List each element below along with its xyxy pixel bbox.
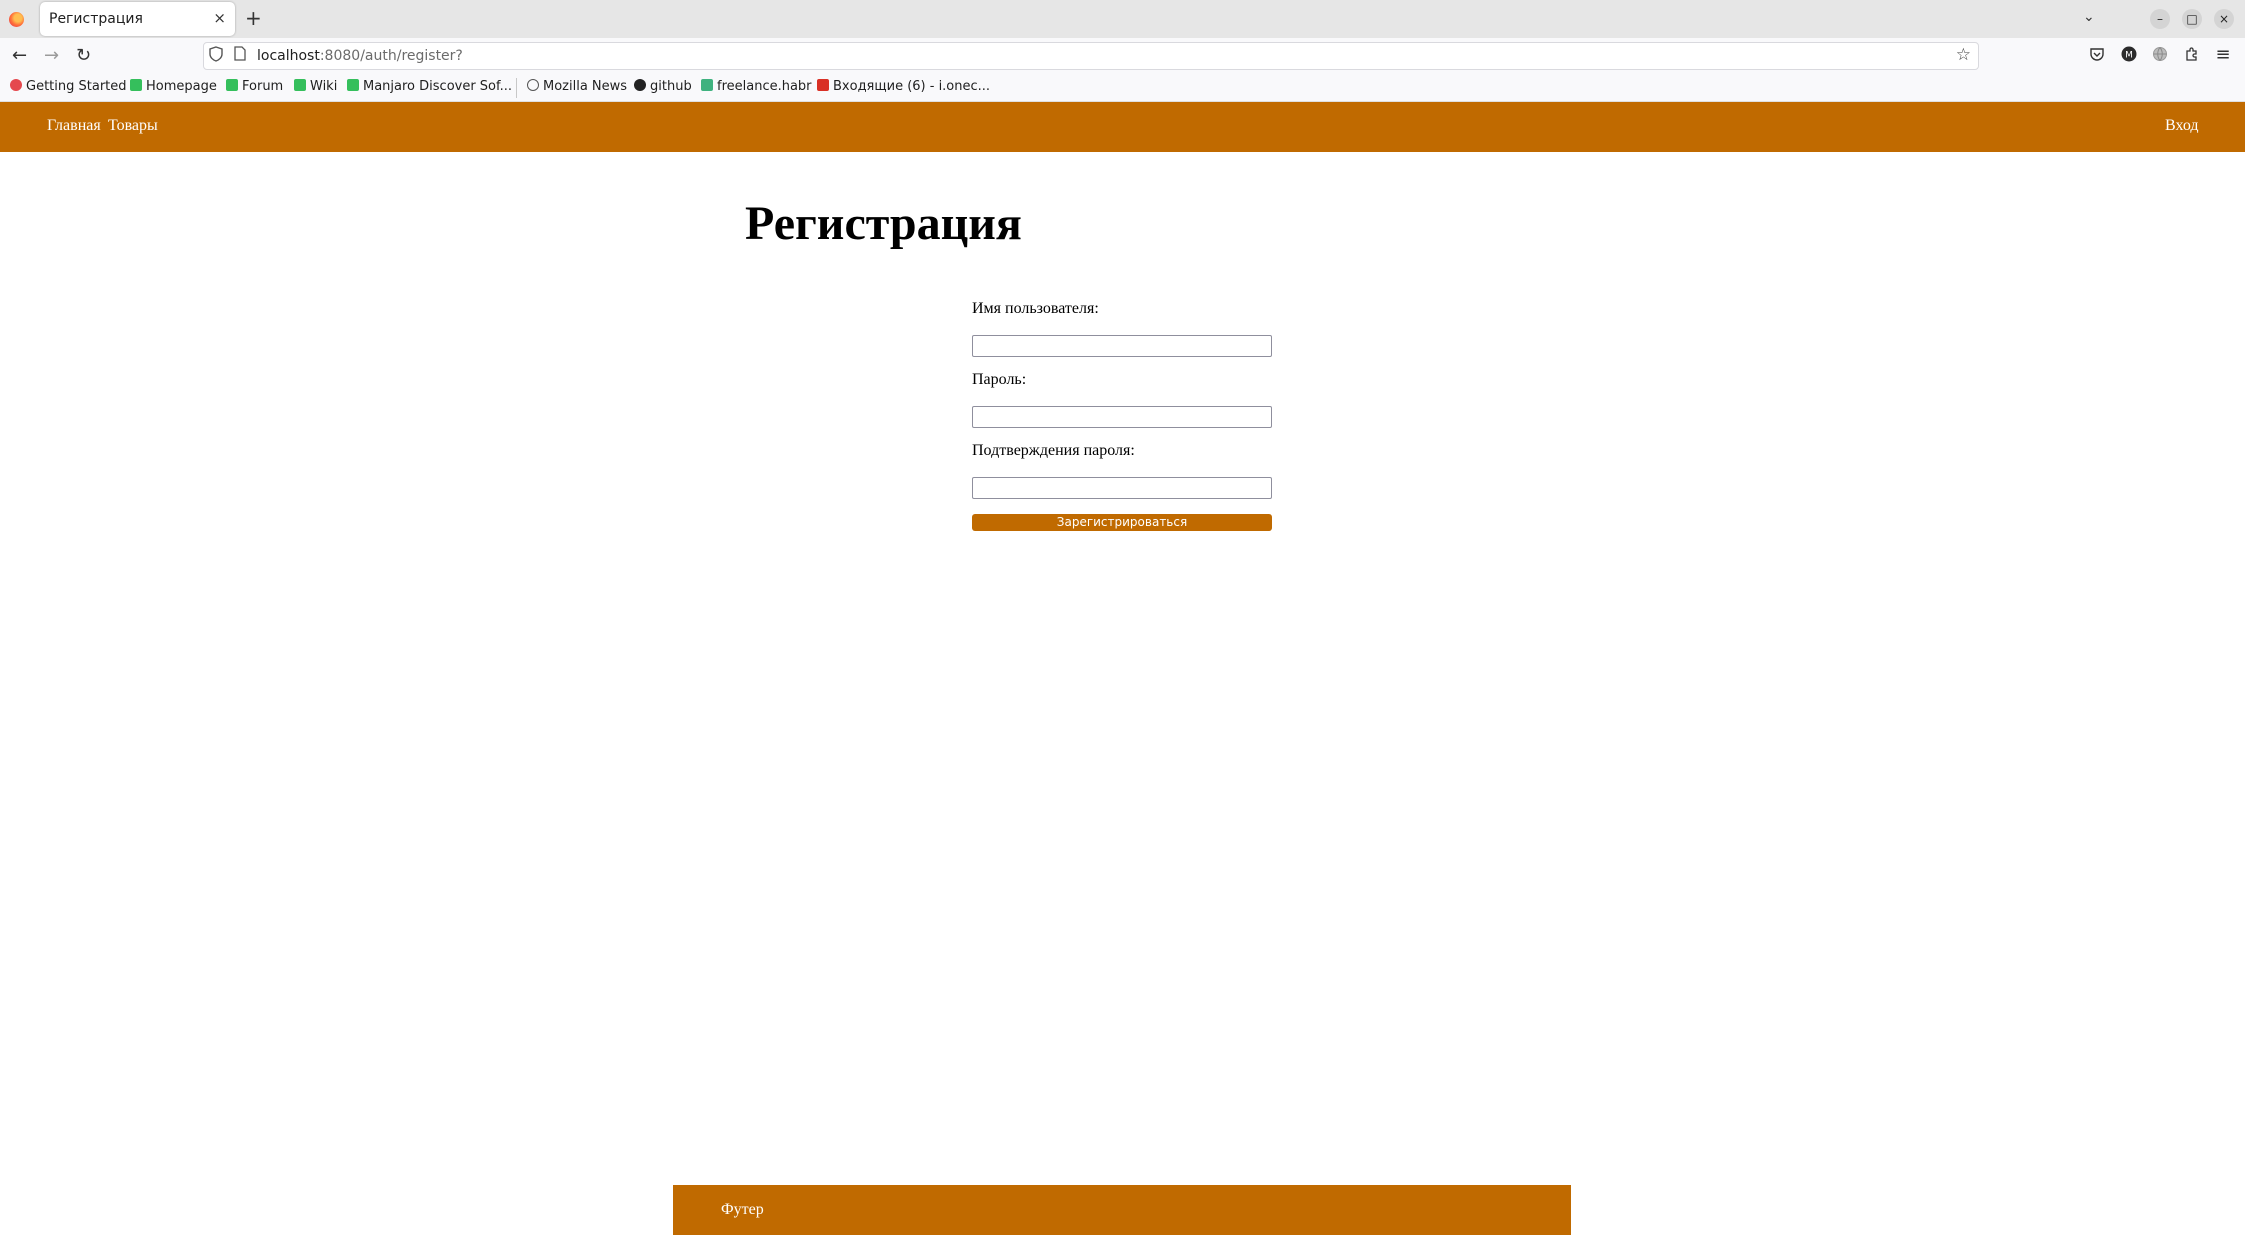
bookmark-manjaro-discover[interactable]: Manjaro Discover Sof... bbox=[347, 79, 512, 94]
url-text[interactable]: localhost:8080/auth/register? bbox=[257, 48, 463, 64]
browser-tab-bar: Регистрация × + ⌄ – □ × bbox=[0, 0, 2245, 38]
bookmark-label: Homepage bbox=[146, 79, 217, 94]
reload-icon[interactable]: ↻ bbox=[76, 44, 91, 68]
site-footer: Футер bbox=[673, 1185, 1571, 1235]
manjaro-bookmark-icon bbox=[226, 79, 238, 91]
extensions-puzzle-icon[interactable] bbox=[2183, 46, 2201, 64]
bookmark-label: Входящие (6) - i.onec... bbox=[833, 79, 991, 94]
firefox-logo-icon bbox=[9, 12, 24, 27]
password-input[interactable] bbox=[972, 406, 1272, 428]
firefox-bookmark-icon bbox=[10, 79, 22, 91]
forward-arrow-icon[interactable]: → bbox=[44, 44, 59, 68]
bookmark-label: Mozilla News bbox=[543, 79, 628, 94]
bookmark-getting-started[interactable]: Getting Started bbox=[10, 79, 127, 94]
bookmark-label: Forum bbox=[242, 79, 284, 94]
tracking-shield-icon[interactable] bbox=[209, 46, 223, 66]
tab-close-icon[interactable]: × bbox=[213, 9, 226, 27]
bookmark-label: Manjaro Discover Sof... bbox=[363, 79, 513, 94]
footer-text: Футер bbox=[721, 1201, 764, 1218]
bookmarks-bar: Getting Started Homepage Forum Wiki Manj… bbox=[0, 74, 2245, 102]
page-title: Регистрация bbox=[745, 197, 1022, 250]
bookmark-github[interactable]: github bbox=[634, 79, 692, 94]
nav-link-home[interactable]: Главная bbox=[47, 117, 101, 135]
globe-icon bbox=[527, 79, 539, 91]
bookmark-label: github bbox=[650, 79, 692, 94]
bookmark-label: Wiki bbox=[310, 79, 338, 94]
bookmarks-separator bbox=[516, 78, 517, 98]
bookmark-freelance-habr[interactable]: freelance.habr bbox=[701, 79, 812, 94]
nav-link-products[interactable]: Товары bbox=[108, 117, 158, 135]
gmail-icon bbox=[817, 79, 829, 91]
back-arrow-icon[interactable]: ← bbox=[12, 44, 27, 68]
habr-icon bbox=[701, 79, 713, 91]
hamburger-menu-icon[interactable]: ≡ bbox=[2214, 46, 2232, 64]
site-header: Главная Товары Вход bbox=[0, 102, 2245, 152]
username-label: Имя пользователя: bbox=[972, 300, 1099, 317]
confirm-password-input[interactable] bbox=[972, 477, 1272, 499]
window-minimize-button[interactable]: – bbox=[2150, 9, 2170, 29]
bookmark-star-icon[interactable]: ☆ bbox=[1956, 45, 1971, 65]
tab-title: Регистрация bbox=[49, 11, 143, 27]
manjaro-bookmark-icon bbox=[130, 79, 142, 91]
confirm-password-label: Подтверждения пароля: bbox=[972, 442, 1135, 459]
login-link[interactable]: Вход bbox=[2165, 117, 2199, 135]
pocket-icon[interactable] bbox=[2088, 46, 2106, 64]
extension-globe-icon[interactable] bbox=[2151, 46, 2169, 64]
manjaro-bookmark-icon bbox=[347, 79, 359, 91]
bookmark-gmail-inbox[interactable]: Входящие (6) - i.onec... bbox=[817, 79, 990, 94]
password-label: Пароль: bbox=[972, 371, 1027, 388]
bookmark-forum[interactable]: Forum bbox=[226, 79, 283, 94]
username-input[interactable] bbox=[972, 335, 1272, 357]
window-close-button[interactable]: × bbox=[2214, 9, 2234, 29]
register-button[interactable]: Зарегистрироваться bbox=[972, 514, 1272, 531]
url-host: localhost bbox=[257, 48, 320, 64]
browser-tab-active[interactable]: Регистрация × bbox=[40, 2, 235, 36]
page-info-icon[interactable] bbox=[234, 46, 246, 64]
bookmark-wiki[interactable]: Wiki bbox=[294, 79, 337, 94]
bookmark-label: freelance.habr bbox=[717, 79, 812, 94]
bookmark-homepage[interactable]: Homepage bbox=[130, 79, 217, 94]
url-path: :8080/auth/register? bbox=[319, 48, 463, 64]
browser-nav-bar: ← → ↻ localhost:8080/auth/register? ☆ M … bbox=[0, 38, 2245, 74]
tab-list-chevron-icon[interactable]: ⌄ bbox=[2083, 8, 2095, 25]
svg-text:M: M bbox=[2125, 51, 2133, 61]
bookmark-label: Getting Started bbox=[26, 79, 127, 94]
account-avatar-icon[interactable]: M bbox=[2120, 46, 2138, 64]
url-bar[interactable]: localhost:8080/auth/register? ☆ bbox=[203, 42, 1979, 70]
github-icon bbox=[634, 79, 646, 91]
bookmark-mozilla-news[interactable]: Mozilla News bbox=[527, 79, 627, 94]
window-maximize-button[interactable]: □ bbox=[2182, 9, 2202, 29]
manjaro-bookmark-icon bbox=[294, 79, 306, 91]
new-tab-button[interactable]: + bbox=[245, 6, 262, 30]
